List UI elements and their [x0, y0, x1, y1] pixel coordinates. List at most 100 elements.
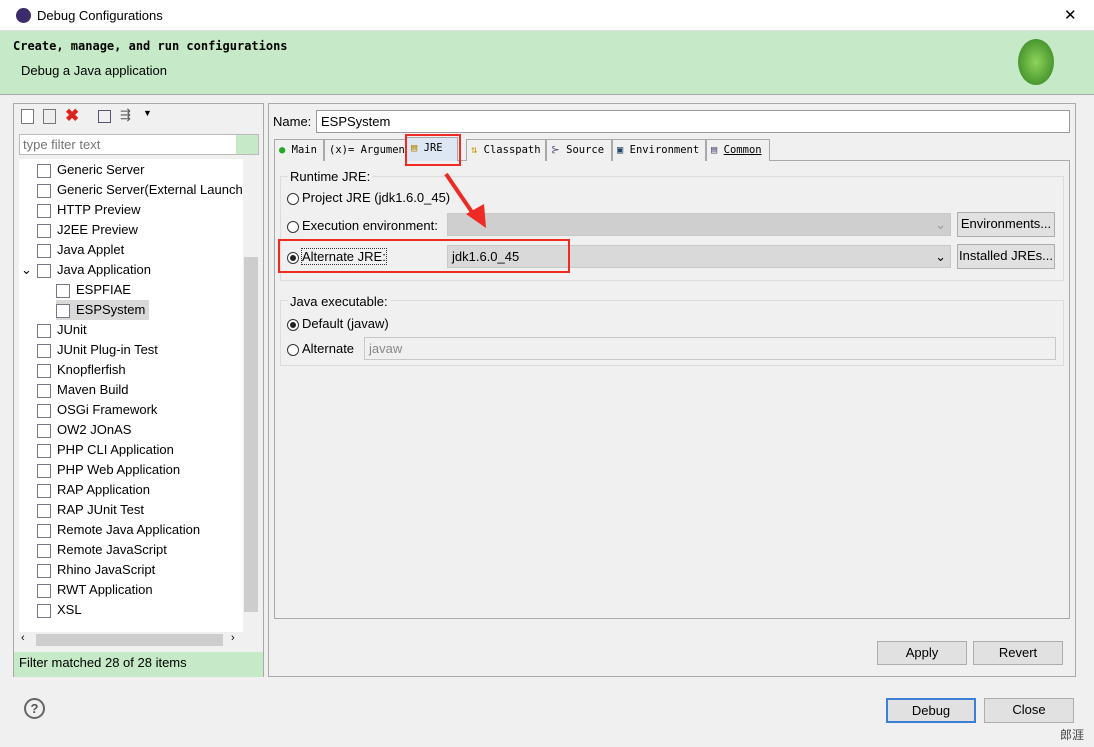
tree-item[interactable]: RAP Application — [37, 480, 150, 500]
tree-item-label: RAP Application — [57, 482, 150, 497]
radio-icon — [287, 343, 299, 356]
server-icon — [37, 163, 51, 178]
java-app-icon — [37, 263, 51, 278]
tab-common[interactable]: ▤ Common — [706, 139, 770, 161]
exec-env-radio[interactable]: Execution environment: — [287, 218, 438, 233]
tree-item[interactable]: HTTP Preview — [37, 200, 141, 220]
tree-item-label: Java Application — [57, 262, 151, 277]
revert-button[interactable]: Revert — [973, 641, 1063, 665]
new-config-icon[interactable] — [21, 109, 34, 124]
rhino-icon — [37, 563, 51, 578]
tree-item[interactable]: OW2 JOnAS — [37, 420, 131, 440]
title-bar: Debug Configurations ✕ — [0, 0, 1094, 31]
tab-environment[interactable]: ▣ Environment — [612, 139, 706, 161]
tree-item[interactable]: Knopflerfish — [37, 360, 126, 380]
scroll-right-icon[interactable]: › — [231, 632, 235, 644]
tree-item-label: J2EE Preview — [57, 222, 138, 237]
chevron-down-icon: ⌄ — [935, 217, 946, 232]
tab-classpath[interactable]: ⇅ Classpath — [466, 139, 546, 161]
tree-item[interactable]: ⌄ Java Application — [21, 260, 151, 280]
installed-jres-button[interactable]: Installed JREs... — [957, 244, 1055, 269]
debug-button[interactable]: Debug — [886, 698, 976, 723]
jonas-icon — [37, 423, 51, 438]
banner-subtitle: Debug a Java application — [21, 63, 167, 78]
project-jre-radio[interactable]: Project JRE (jdk1.6.0_45) — [287, 190, 450, 205]
tab-label: Classpath — [483, 144, 541, 156]
tree-item[interactable]: Generic Server(External Launch) — [37, 180, 243, 200]
rwt-icon — [37, 583, 51, 598]
scroll-thumb[interactable] — [244, 257, 258, 612]
tree-item[interactable]: Remote Java Application — [37, 520, 200, 540]
vertical-scrollbar[interactable] — [243, 159, 259, 632]
collapse-all-icon[interactable] — [98, 110, 111, 123]
default-javaw-radio[interactable]: Default (javaw) — [287, 316, 389, 331]
config-tree: Generic Server Generic Server(External La… — [19, 159, 243, 632]
tree-item[interactable]: PHP CLI Application — [37, 440, 174, 460]
filter-icon[interactable]: ⇶ — [120, 107, 131, 123]
filter-status-text: Filter matched 28 of 28 items — [19, 655, 187, 670]
help-button[interactable]: ? — [24, 698, 45, 719]
scroll-left-icon[interactable]: ‹ — [21, 632, 25, 644]
filter-input[interactable] — [19, 134, 259, 155]
tree-item[interactable]: ESPSystem — [56, 300, 150, 320]
duplicate-icon[interactable] — [43, 109, 56, 124]
tree-item[interactable]: JUnit Plug-in Test — [37, 340, 158, 360]
tree-item[interactable]: XSL — [37, 600, 82, 620]
tree-item[interactable]: Generic Server — [37, 160, 144, 180]
tree-item[interactable]: JUnit — [37, 320, 87, 340]
radio-label: Project JRE (jdk1.6.0_45) — [302, 190, 451, 205]
tab-label: Environment — [629, 144, 700, 156]
close-button[interactable]: Close — [984, 698, 1074, 723]
environments-button[interactable]: Environments... — [957, 212, 1055, 237]
tree-item-label: Generic Server — [57, 162, 145, 177]
alternate-exec-radio[interactable]: Alternate — [287, 341, 354, 356]
tree-item-label: RAP JUnit Test — [57, 502, 144, 517]
tree-item[interactable]: Maven Build — [37, 380, 129, 400]
tree-item-label: Rhino JavaScript — [57, 562, 156, 577]
remote-java-icon — [37, 523, 51, 538]
tree-item-label: JUnit Plug-in Test — [57, 342, 158, 357]
tree-item-label: Remote JavaScript — [57, 542, 167, 557]
tree-item[interactable]: RWT Application — [37, 580, 153, 600]
java-file-icon — [56, 283, 70, 298]
chevron-down-icon: ⌄ — [935, 249, 946, 264]
junit-icon — [37, 323, 51, 338]
tree-item[interactable]: J2EE Preview — [37, 220, 138, 240]
source-icon: ⊱ — [551, 144, 560, 156]
radio-label: Execution environment: — [302, 218, 438, 233]
rap-junit-icon — [37, 503, 51, 518]
name-input[interactable] — [316, 110, 1070, 133]
tab-label: Main — [291, 144, 317, 156]
delete-icon[interactable]: ✖ — [65, 106, 79, 126]
tree-item-label: PHP Web Application — [57, 462, 181, 477]
close-window-button[interactable]: ✕ — [1064, 6, 1077, 24]
server-icon — [37, 223, 51, 238]
tree-item-label: ESPFIAE — [76, 282, 131, 297]
h-scroll-thumb[interactable] — [36, 634, 223, 646]
tree-item[interactable]: PHP Web Application — [37, 460, 180, 480]
horizontal-scrollbar[interactable]: ‹ › — [19, 632, 243, 648]
tree-item[interactable]: OSGi Framework — [37, 400, 157, 420]
apply-button[interactable]: Apply — [877, 641, 967, 665]
server-icon — [37, 203, 51, 218]
java-file-icon — [56, 303, 70, 318]
exec-env-select[interactable]: ⌄ — [447, 213, 951, 236]
tree-item-label: ESPSystem — [76, 302, 146, 317]
tree-item[interactable]: Java Applet — [37, 240, 124, 260]
tree-item[interactable]: Remote JavaScript — [37, 540, 167, 560]
tab-main[interactable]: ● Main — [274, 139, 324, 161]
expand-chevron-icon[interactable]: ⌄ — [21, 260, 32, 280]
tree-item[interactable]: ESPFIAE — [56, 280, 131, 300]
tab-arguments[interactable]: (x)= Arguments — [324, 139, 418, 161]
chevron-down-icon[interactable]: ▼ — [143, 108, 152, 118]
tab-label: Source — [566, 144, 605, 156]
tree-item[interactable]: Rhino JavaScript — [37, 560, 155, 580]
tree-item-label: Remote Java Application — [57, 522, 201, 537]
tree-item[interactable]: RAP JUnit Test — [37, 500, 144, 520]
left-toolbar: ✖ ⇶ ▼ — [19, 106, 159, 127]
tab-source[interactable]: ⊱ Source — [546, 139, 612, 161]
tree-item-label: Generic Server(External Launch) — [57, 182, 243, 197]
bug-icon — [1018, 39, 1054, 85]
alternate-exec-input[interactable]: javaw — [364, 337, 1056, 360]
runtime-jre-label: Runtime JRE: — [288, 169, 373, 184]
